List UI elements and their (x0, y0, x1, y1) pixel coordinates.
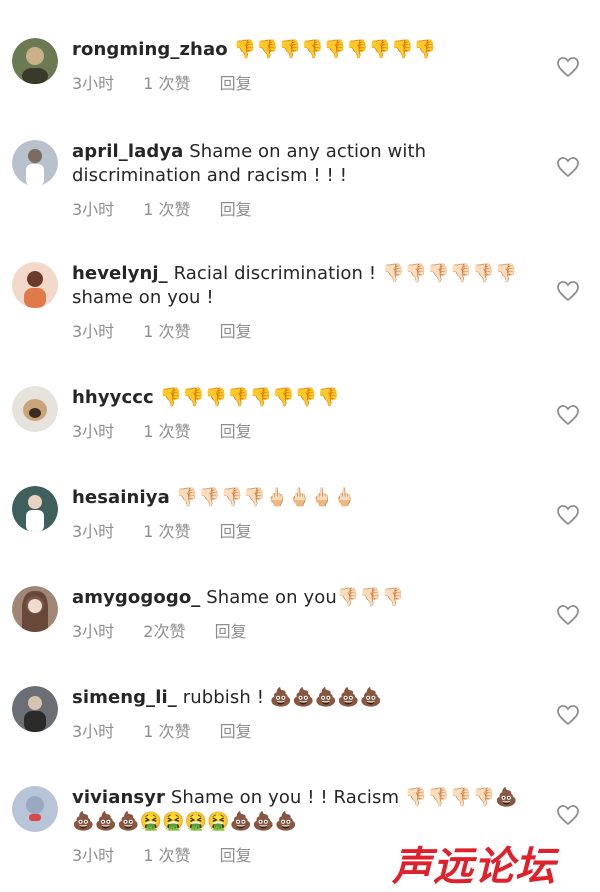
comment-time: 3小时 (72, 74, 115, 93)
comment-body: simeng_li_ rubbish ! 💩💩💩💩💩 3小时 1 次赞 回复 (72, 686, 532, 742)
reply-button[interactable]: 回复 (220, 74, 252, 94)
comment-meta: 3小时 1 次赞 回复 (72, 322, 532, 342)
watermark-logo: 声远论坛 (392, 844, 556, 890)
reply-button[interactable]: 回复 (220, 722, 252, 742)
heart-outline-icon[interactable] (556, 804, 580, 826)
comment-body: hesainiya 👎🏻👎🏻👎🏻👎🏻🖕🏻🖕🏻🖕🏻🖕🏻 3小时 1 次赞 回复 (72, 486, 532, 542)
avatar[interactable] (12, 386, 58, 432)
comment-text: rubbish ! 💩💩💩💩💩 (182, 687, 383, 708)
comment-time: 3小时 (72, 722, 115, 741)
heart-outline-icon[interactable] (556, 156, 580, 178)
comment-body: hevelynj_ Racial discrimination ! 👎🏻👎🏻👎🏻… (72, 262, 532, 342)
comment-like-count[interactable]: 1 次赞 (143, 522, 190, 542)
comment-username[interactable]: april_ladya (72, 141, 183, 162)
comment-body: amygogogo_ Shame on you👎🏻👎🏻👎🏻 3小时 2次赞 回复 (72, 586, 532, 642)
avatar[interactable] (12, 686, 58, 732)
comment-meta: 3小时 1 次赞 回复 (72, 422, 532, 442)
avatar[interactable] (12, 786, 58, 832)
comment-username[interactable]: hhyyccc (72, 387, 154, 408)
comment-text: 👎👎👎👎👎👎👎👎 (159, 387, 340, 408)
comment-username[interactable]: viviansyr (72, 787, 165, 808)
comment-text: 👎👎👎👎👎👎👎👎👎 (233, 39, 437, 60)
comment-meta: 3小时 1 次赞 回复 (72, 74, 532, 94)
reply-button[interactable]: 回复 (220, 322, 252, 342)
comment-time: 3小时 (72, 200, 115, 219)
comment-like-count[interactable]: 1 次赞 (143, 74, 190, 94)
reply-button[interactable]: 回复 (220, 522, 252, 542)
heart-outline-icon[interactable] (556, 704, 580, 726)
comment-like-count[interactable]: 1 次赞 (143, 422, 190, 442)
heart-outline-icon[interactable] (556, 280, 580, 302)
comment-meta: 3小时 1 次赞 回复 (72, 200, 532, 220)
comment-time: 3小时 (72, 322, 115, 341)
heart-outline-icon[interactable] (556, 604, 580, 626)
reply-button[interactable]: 回复 (215, 622, 247, 642)
reply-button[interactable]: 回复 (220, 422, 252, 442)
comment-text: Shame on you👎🏻👎🏻👎🏻 (206, 587, 405, 608)
comment-username[interactable]: hesainiya (72, 487, 170, 508)
comment-like-count[interactable]: 1 次赞 (143, 846, 190, 866)
avatar[interactable] (12, 38, 58, 84)
reply-button[interactable]: 回复 (220, 846, 252, 866)
comment-username[interactable]: simeng_li_ (72, 687, 177, 708)
avatar[interactable] (12, 486, 58, 532)
comment-time: 3小时 (72, 622, 115, 641)
comment-meta: 3小时 1 次赞 回复 (72, 722, 532, 742)
comment-body: april_ladya Shame on any action with dis… (72, 140, 532, 220)
comment-time: 3小时 (72, 422, 115, 441)
reply-button[interactable]: 回复 (220, 200, 252, 220)
avatar[interactable] (12, 262, 58, 308)
comment-username[interactable]: rongming_zhao (72, 39, 228, 60)
comment-like-count[interactable]: 1 次赞 (143, 722, 190, 742)
comment-meta: 3小时 2次赞 回复 (72, 622, 532, 642)
comment-time: 3小时 (72, 522, 115, 541)
comment-username[interactable]: amygogogo_ (72, 587, 200, 608)
heart-outline-icon[interactable] (556, 404, 580, 426)
heart-outline-icon[interactable] (556, 504, 580, 526)
comment-text: 👎🏻👎🏻👎🏻👎🏻🖕🏻🖕🏻🖕🏻🖕🏻 (175, 487, 356, 508)
comment-username[interactable]: hevelynj_ (72, 263, 168, 284)
comment-time: 3小时 (72, 846, 115, 865)
heart-outline-icon[interactable] (556, 56, 580, 78)
comment-like-count[interactable]: 1 次赞 (143, 200, 190, 220)
comment-body: hhyyccc 👎👎👎👎👎👎👎👎 3小时 1 次赞 回复 (72, 386, 532, 442)
avatar[interactable] (12, 586, 58, 632)
comment-body: rongming_zhao 👎👎👎👎👎👎👎👎👎 3小时 1 次赞 回复 (72, 38, 532, 94)
avatar[interactable] (12, 140, 58, 186)
comment-like-count[interactable]: 2次赞 (143, 622, 185, 642)
comment-like-count[interactable]: 1 次赞 (143, 322, 190, 342)
comment-meta: 3小时 1 次赞 回复 (72, 522, 532, 542)
